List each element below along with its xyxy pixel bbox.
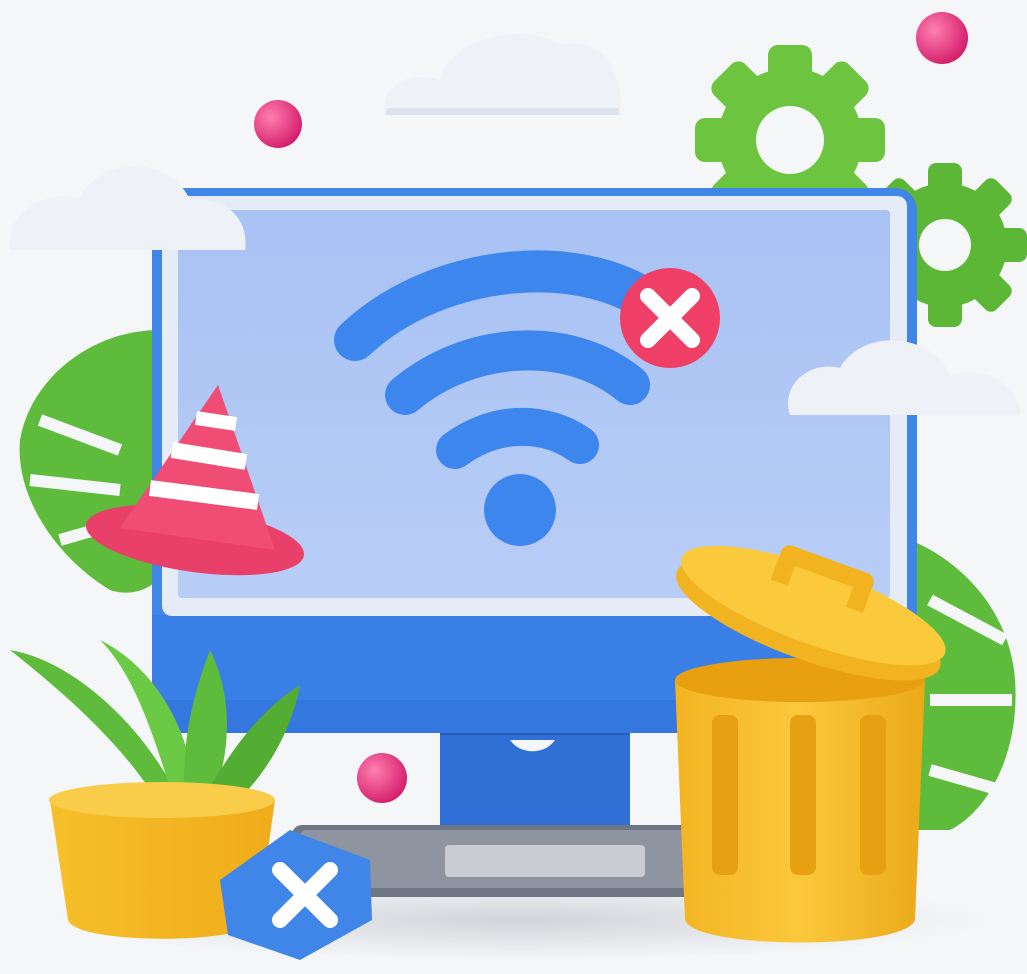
cloud-icon: [9, 165, 246, 250]
illustration-scene: [0, 0, 1027, 974]
monstera-leaf-icon: [910, 540, 1016, 830]
illustration: [9, 12, 1027, 960]
cloud-icon: [384, 33, 621, 115]
ball-icon: [916, 12, 968, 64]
error-x-icon: [620, 268, 720, 368]
ball-icon: [254, 100, 302, 148]
ball-icon: [357, 753, 407, 803]
